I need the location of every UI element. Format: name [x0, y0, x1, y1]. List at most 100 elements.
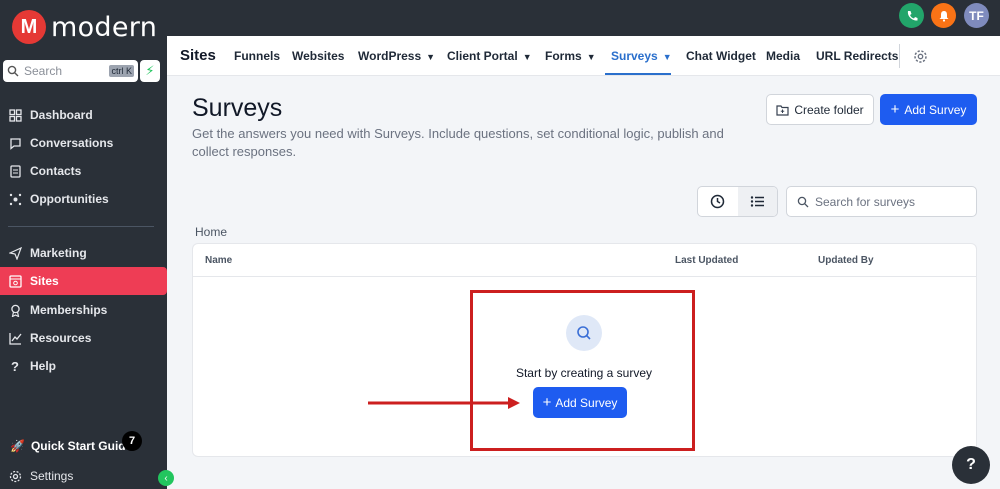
create-folder-label: Create folder	[794, 102, 864, 117]
sidebar-item-sites[interactable]: Sites	[0, 267, 167, 295]
tab-label: Media	[766, 49, 801, 63]
notifications-button[interactable]	[931, 3, 956, 28]
page-title: Surveys	[192, 94, 283, 122]
settings-gear-button[interactable]	[913, 49, 928, 69]
sidebar-item-label: Help	[30, 359, 57, 373]
quick-start-label: Quick Start Guide	[30, 439, 133, 453]
award-icon	[8, 303, 22, 317]
tab-media[interactable]: Media	[766, 49, 800, 63]
tab-label: Forms	[545, 49, 582, 63]
sidebar-item-help[interactable]: ? Help	[0, 352, 167, 380]
sidebar-item-settings[interactable]: Settings	[0, 462, 167, 489]
tab-forms[interactable]: Forms ▼	[545, 49, 596, 63]
tab-wordpress[interactable]: WordPress ▼	[358, 49, 435, 63]
breadcrumb[interactable]: Home	[195, 225, 227, 239]
logo-text: modern	[51, 11, 158, 43]
chevron-down-icon: ▼	[426, 52, 436, 62]
sidebar-item-dashboard[interactable]: Dashboard	[0, 101, 167, 129]
quick-start-guide-button[interactable]: 🚀 Quick Start Guide	[0, 432, 140, 460]
tab-surveys[interactable]: Surveys ▼	[611, 49, 672, 63]
section-title: Sites	[180, 47, 216, 64]
sidebar-item-label: Sites	[30, 274, 59, 288]
tab-label: Websites	[292, 49, 345, 63]
recent-view-button[interactable]	[698, 187, 738, 216]
sidebar-item-label: Resources	[30, 331, 92, 345]
survey-search-placeholder: Search for surveys	[815, 194, 916, 209]
sidebar-item-label: Marketing	[30, 246, 87, 260]
chevron-left-icon: ‹	[164, 472, 168, 484]
phone-icon	[907, 10, 917, 21]
search-icon	[797, 196, 809, 207]
sidebar-item-contacts[interactable]: Contacts	[0, 157, 167, 185]
sidebar: M modern Search ctrl K ⚡ Dashboard Conve…	[0, 0, 174, 489]
search-placeholder: Search	[24, 64, 63, 78]
help-icon: ?	[11, 358, 19, 374]
top-bar: TF	[167, 0, 1000, 36]
bell-icon	[939, 10, 948, 22]
active-tab-underline	[605, 73, 671, 75]
column-header-name[interactable]: Name	[205, 255, 232, 266]
chevron-down-icon: ▼	[586, 52, 596, 62]
tab-label: WordPress	[358, 49, 422, 63]
column-header-last-updated[interactable]: Last Updated	[675, 255, 738, 266]
tab-funnels[interactable]: Funnels	[234, 49, 280, 63]
send-icon	[8, 246, 22, 260]
chevron-down-icon: ▼	[522, 52, 532, 62]
gear-icon	[914, 50, 927, 63]
help-chat-button[interactable]: ?	[952, 446, 990, 484]
tab-label: Funnels	[234, 49, 281, 63]
sidebar-item-label: Settings	[30, 469, 74, 483]
sidebar-item-resources[interactable]: Resources	[0, 324, 167, 352]
page-description: Get the answers you need with Surveys. I…	[192, 126, 724, 159]
sidebar-item-label: Conversations	[30, 136, 114, 150]
chart-icon	[8, 331, 22, 345]
chat-icon	[8, 136, 22, 150]
sidebar-item-memberships[interactable]: Memberships	[0, 296, 167, 324]
tab-label: Client Portal	[447, 49, 518, 63]
annotation-highlight-box	[470, 290, 695, 451]
tab-label: Chat Widget	[686, 49, 756, 63]
sidebar-item-marketing[interactable]: Marketing	[0, 239, 167, 267]
add-survey-label: Add Survey	[904, 102, 967, 117]
sidebar-item-label: Contacts	[30, 164, 82, 178]
rocket-icon: 🚀	[10, 439, 25, 453]
sidebar-divider	[8, 226, 154, 227]
brand-logo[interactable]: M modern	[12, 10, 157, 44]
add-survey-button[interactable]: + Add Survey	[880, 94, 977, 125]
question-icon: ?	[966, 456, 976, 473]
list-icon	[750, 196, 764, 207]
sidebar-item-label: Memberships	[30, 303, 108, 317]
collapse-sidebar-button[interactable]: ‹	[158, 470, 174, 486]
sidebar-item-label: Dashboard	[30, 108, 93, 122]
tab-label: URL Redirects	[816, 49, 899, 63]
sidebar-item-label: Opportunities	[30, 192, 109, 206]
chevron-down-icon: ▼	[662, 52, 672, 62]
sites-subnav: Sites Funnels Websites WordPress ▼ Client…	[167, 36, 1000, 76]
column-header-updated-by[interactable]: Updated By	[818, 255, 874, 266]
annotation-arrow	[368, 397, 520, 409]
table-header: Name Last Updated Updated By	[193, 244, 976, 277]
user-avatar[interactable]: TF	[964, 3, 989, 28]
create-folder-button[interactable]: Create folder	[766, 94, 874, 125]
dashboard-icon	[8, 108, 22, 122]
search-icon	[7, 65, 19, 77]
bolt-icon: ⚡	[145, 63, 155, 78]
gear-icon	[8, 469, 22, 483]
tab-chat-widget[interactable]: Chat Widget	[686, 49, 756, 63]
sidebar-item-conversations[interactable]: Conversations	[0, 129, 167, 157]
tab-websites[interactable]: Websites	[292, 49, 344, 63]
phone-button[interactable]	[899, 3, 924, 28]
tab-label: Surveys	[611, 49, 658, 63]
sidebar-search-input[interactable]: Search ctrl K	[3, 60, 138, 82]
survey-search-input[interactable]: Search for surveys	[786, 186, 977, 217]
tab-url-redirects[interactable]: URL Redirects	[816, 49, 898, 63]
clock-icon	[711, 194, 725, 209]
quick-actions-button[interactable]: ⚡	[140, 60, 160, 82]
logo-mark: M	[12, 10, 46, 44]
list-view-button[interactable]	[737, 187, 777, 216]
folder-plus-icon	[776, 104, 789, 116]
quick-start-badge: 7	[122, 431, 142, 451]
tab-client-portal[interactable]: Client Portal ▼	[447, 49, 532, 63]
contacts-icon	[8, 164, 22, 178]
sidebar-item-opportunities[interactable]: Opportunities	[0, 185, 167, 213]
